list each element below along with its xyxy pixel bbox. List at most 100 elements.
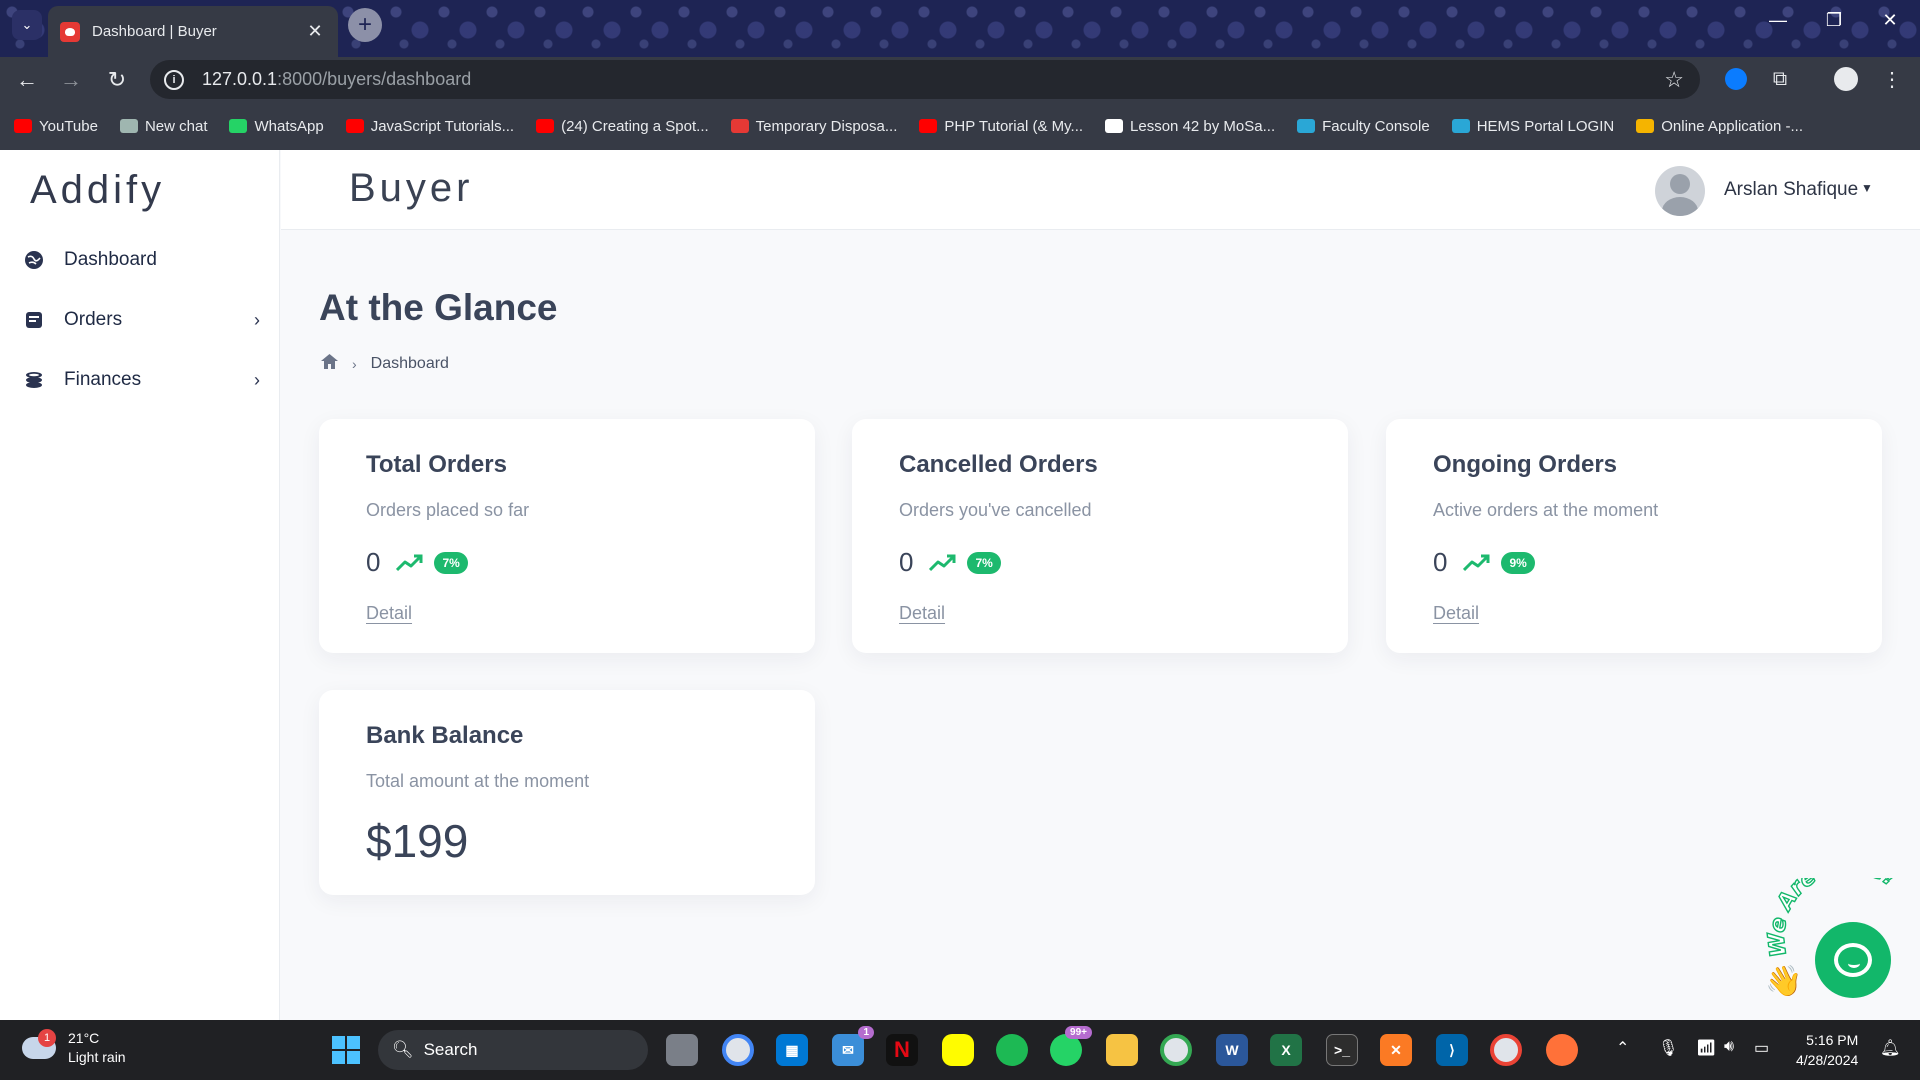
chevron-up-icon[interactable]: ⌃ <box>1616 1038 1629 1058</box>
main-content: At the Glance › Dashboard Total Orders O… <box>281 231 1920 1020</box>
tab-title: Dashboard | Buyer <box>92 23 217 40</box>
bookmark-favicon-icon <box>1636 119 1655 133</box>
browser-tab[interactable]: Dashboard | Buyer ✕ <box>48 6 338 57</box>
tab-search-chevron-icon[interactable]: ⌄ <box>12 10 42 40</box>
clock-date: 4/28/2024 <box>1796 1052 1859 1068</box>
bookmark-item[interactable]: Online Application -... <box>1636 118 1803 135</box>
mail-badge: 1 <box>858 1026 874 1039</box>
microsoft-store-icon[interactable]: ▦ <box>776 1034 808 1066</box>
waving-hand-icon: 👋 <box>1765 965 1803 998</box>
bookmark-item[interactable]: PHP Tutorial (& My... <box>919 118 1083 135</box>
bookmark-favicon-icon <box>919 119 938 133</box>
file-explorer-icon[interactable] <box>1106 1034 1138 1066</box>
windows-start-icon[interactable] <box>332 1036 360 1064</box>
card-title: Total Orders <box>366 451 507 478</box>
bookmark-label: New chat <box>144 117 208 135</box>
card-cancelled-orders: Cancelled Orders Orders you've cancelled… <box>852 419 1348 653</box>
bookmark-item[interactable]: Temporary Disposa... <box>730 118 897 135</box>
chevron-right-icon: › <box>254 369 260 390</box>
bookmark-item[interactable]: Faculty Console <box>1297 118 1430 135</box>
minimize-icon[interactable]: — <box>1758 10 1798 31</box>
sidebar-item-label: Dashboard <box>64 249 157 270</box>
bookmark-favicon-icon <box>730 119 749 133</box>
caret-down-icon[interactable]: ▼ <box>1861 181 1873 195</box>
browser-tab-strip: ⌄ Dashboard | Buyer ✕ + — ❐ ✕ <box>0 0 1920 57</box>
restore-icon[interactable]: ❐ <box>1814 10 1854 31</box>
netflix-icon[interactable]: N <box>886 1034 918 1066</box>
card-title: Cancelled Orders <box>899 451 1098 478</box>
volume-icon[interactable]: 🔊︎ <box>1724 1038 1734 1056</box>
user-menu-name[interactable]: Arslan Shafique <box>1724 179 1858 201</box>
chrome-profile-icon[interactable] <box>1160 1034 1192 1066</box>
bookmark-item[interactable]: JavaScript Tutorials... <box>345 117 515 135</box>
coins-icon <box>24 370 44 390</box>
tab-close-icon[interactable]: ✕ <box>304 21 326 42</box>
taskbar-clock[interactable]: 5:16 PM 4/28/2024 <box>1796 1030 1858 1070</box>
sidebar-item-finances[interactable]: Finances › <box>24 360 264 400</box>
weather-desc: Light rain <box>68 1049 126 1065</box>
reload-icon[interactable]: ↻ <box>102 65 132 95</box>
notifications-icon[interactable]: 🔔︎ <box>1880 1038 1900 1058</box>
bookmark-favicon-icon <box>345 119 364 133</box>
battery-icon[interactable]: ▭ <box>1754 1038 1769 1058</box>
extension-shazam-icon[interactable] <box>1722 65 1750 93</box>
mail-icon[interactable]: ✉ 1 <box>832 1026 874 1066</box>
card-title: Ongoing Orders <box>1433 451 1618 478</box>
app-header: Buyer Arslan Shafique ▼ <box>281 150 1920 230</box>
bookmark-item[interactable]: YouTube <box>14 118 98 135</box>
bookmark-item[interactable]: WhatsApp <box>229 118 324 135</box>
card-bank-balance: Bank Balance Total amount at the moment … <box>319 690 815 895</box>
sidebar-item-dashboard[interactable]: Dashboard <box>24 240 264 280</box>
spotify-icon[interactable] <box>996 1034 1028 1066</box>
wifi-icon[interactable]: 📶︎ <box>1696 1038 1716 1058</box>
firefox-icon[interactable] <box>1546 1034 1578 1066</box>
snapchat-icon[interactable] <box>942 1034 974 1066</box>
close-window-icon[interactable]: ✕ <box>1870 10 1910 31</box>
card-subtitle: Orders placed so far <box>366 500 530 520</box>
profile-avatar-icon[interactable] <box>1832 65 1860 93</box>
page-title: At the Glance <box>319 287 558 328</box>
detail-link[interactable]: Detail <box>366 603 412 624</box>
chat-widget[interactable]: We Are Here! 👋 <box>1765 878 1915 1010</box>
address-bar[interactable]: i 127.0.0.1:8000/buyers/dashboard ☆ <box>150 60 1700 99</box>
extensions-puzzle-icon[interactable]: ⧉ <box>1766 65 1794 93</box>
browser-menu-icon[interactable]: ⋮ <box>1878 65 1906 93</box>
vscode-icon[interactable]: ⟩ <box>1436 1034 1468 1066</box>
bookmark-item[interactable]: (24) Creating a Spot... <box>536 118 709 135</box>
bookmark-item[interactable]: New chat <box>119 117 208 135</box>
whatsapp-icon[interactable]: 99+ <box>1050 1026 1092 1066</box>
breadcrumb-current: Dashboard <box>370 354 449 372</box>
home-icon[interactable] <box>321 353 338 374</box>
terminal-icon[interactable]: >_ <box>1326 1034 1358 1066</box>
card-subtitle: Orders you've cancelled <box>899 500 1092 520</box>
rain-cloud-icon: 1 <box>22 1029 56 1059</box>
task-view-icon[interactable] <box>666 1034 698 1066</box>
word-icon[interactable]: W <box>1216 1034 1248 1066</box>
forward-icon[interactable]: → <box>56 65 86 95</box>
brand-logo[interactable]: Addify <box>30 168 165 213</box>
stat-value: 0 <box>366 547 381 577</box>
weather-widget[interactable]: 1 21°C Light rain <box>22 1029 126 1067</box>
bookmark-label: Faculty Console <box>1322 117 1430 135</box>
xampp-icon[interactable]: ✕ <box>1380 1034 1412 1066</box>
chat-bubble-icon[interactable] <box>1815 922 1891 998</box>
excel-icon[interactable]: X <box>1270 1034 1302 1066</box>
new-tab-button[interactable]: + <box>348 8 382 42</box>
percent-badge: 7% <box>967 551 1001 574</box>
back-icon[interactable]: ← <box>12 65 42 95</box>
bookmark-item[interactable]: Lesson 42 by MoSa... <box>1105 118 1275 135</box>
site-info-icon[interactable]: i <box>164 69 184 90</box>
avatar[interactable] <box>1655 166 1705 216</box>
card-total-orders: Total Orders Orders placed so far 0 7% D… <box>319 419 815 653</box>
chrome-alt-icon[interactable] <box>1490 1034 1522 1066</box>
chrome-icon[interactable] <box>722 1034 754 1066</box>
bookmark-item[interactable]: HEMS Portal LOGIN <box>1451 118 1614 135</box>
detail-link[interactable]: Detail <box>899 603 945 624</box>
taskbar-search[interactable]: 🔍︎ Search <box>378 1030 648 1070</box>
bookmark-star-icon[interactable]: ☆ <box>1664 67 1684 93</box>
bookmark-label: JavaScript Tutorials... <box>370 117 515 135</box>
microphone-icon[interactable]: 🎙︎ <box>1658 1038 1678 1058</box>
sidebar-item-orders[interactable]: Orders › <box>24 300 264 340</box>
detail-link[interactable]: Detail <box>1433 603 1479 624</box>
weather-badge: 1 <box>38 1029 56 1047</box>
